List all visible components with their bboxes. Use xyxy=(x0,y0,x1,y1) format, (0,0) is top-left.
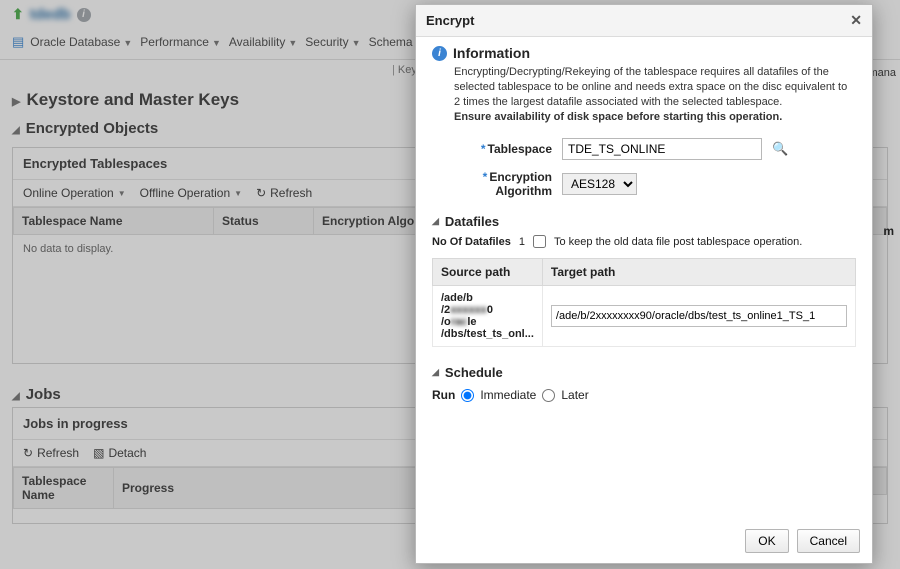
dialog-title: Encrypt xyxy=(426,13,474,28)
algorithm-select[interactable]: AES128 xyxy=(562,173,637,195)
col-source-path[interactable]: Source path xyxy=(433,259,543,286)
ok-button[interactable]: OK xyxy=(745,529,788,553)
run-immediate-label: Immediate xyxy=(480,388,536,402)
tablespace-input[interactable] xyxy=(562,138,762,160)
algorithm-label: Encryption Algorithm xyxy=(489,170,552,198)
info-text: Encrypting/Decrypting/Rekeying of the ta… xyxy=(454,66,847,108)
datafile-row: /ade/b /2xxxxxx0 /oracle /dbs/test_ts_on… xyxy=(433,286,856,347)
info-text-bold: Ensure availability of disk space before… xyxy=(454,111,782,123)
collapse-icon[interactable]: ◢ xyxy=(432,367,439,378)
tablespace-label: Tablespace xyxy=(488,142,552,156)
encrypt-dialog: Encrypt ✕ i Information Encrypting/Decryp… xyxy=(415,4,873,564)
run-immediate-radio[interactable] xyxy=(461,389,474,402)
no-of-datafiles-label: No Of Datafiles xyxy=(432,236,511,248)
collapse-icon[interactable]: ◢ xyxy=(432,216,439,227)
schedule-heading: Schedule xyxy=(445,365,503,380)
close-icon[interactable]: ✕ xyxy=(850,12,862,29)
run-label: Run xyxy=(432,388,455,402)
col-target-path[interactable]: Target path xyxy=(542,259,855,286)
no-of-datafiles-value: 1 xyxy=(519,236,525,248)
datafiles-heading: Datafiles xyxy=(445,214,499,229)
keep-old-label: To keep the old data file post tablespac… xyxy=(554,236,802,248)
run-later-radio[interactable] xyxy=(542,389,555,402)
info-icon: i xyxy=(432,46,447,61)
cancel-button[interactable]: Cancel xyxy=(797,529,860,553)
info-heading: Information xyxy=(453,45,530,61)
target-path-input[interactable] xyxy=(551,305,847,327)
truncated-text2: m xyxy=(883,224,894,238)
source-path-value: /ade/b /2xxxxxx0 /oracle /dbs/test_ts_on… xyxy=(441,292,534,340)
run-later-label: Later xyxy=(561,388,588,402)
search-icon[interactable]: 🔍 xyxy=(772,141,788,157)
keep-old-checkbox[interactable] xyxy=(533,235,546,248)
